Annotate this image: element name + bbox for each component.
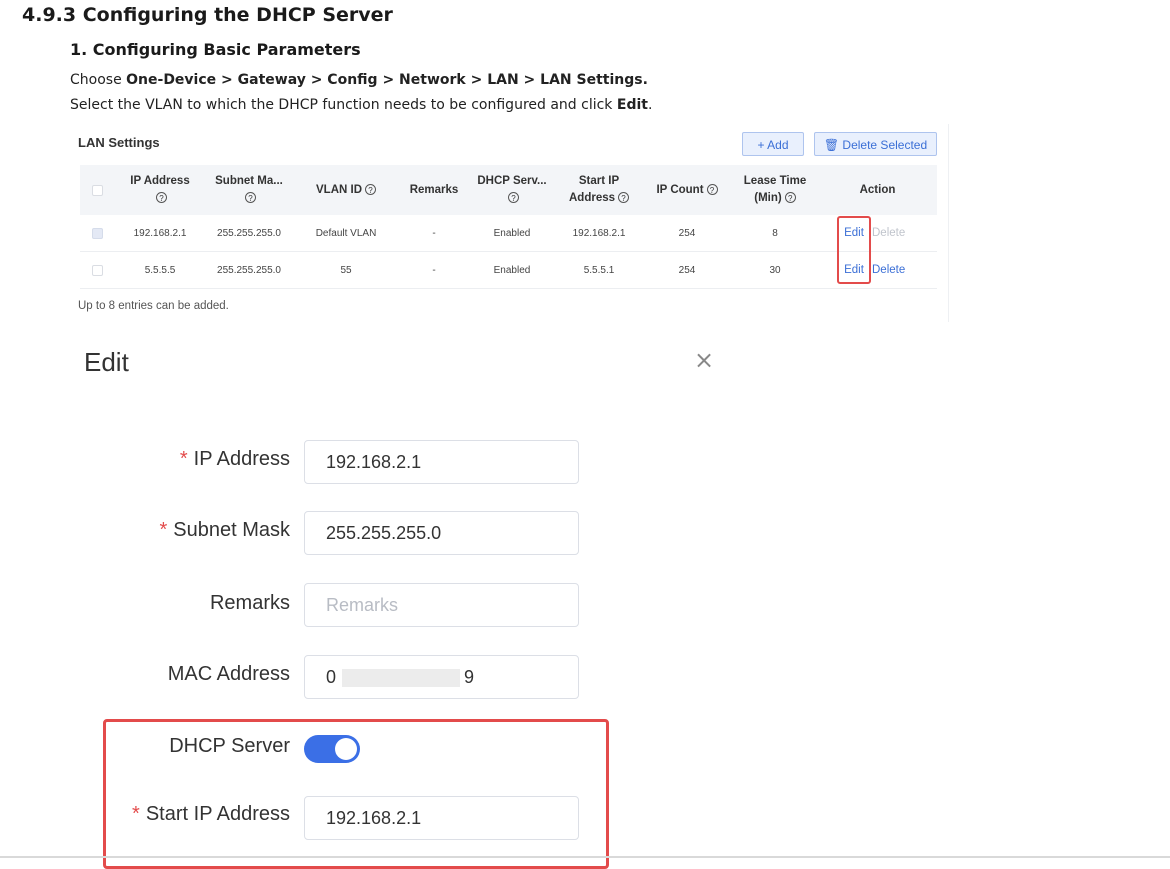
required-mark: *	[159, 519, 168, 541]
cell-dhcp: Enabled	[493, 227, 531, 239]
redaction-mask	[342, 669, 461, 688]
help-icon[interactable]: ?	[155, 192, 167, 204]
col-start-ip: Start IP Address?	[556, 165, 642, 215]
help-icon[interactable]: ?	[508, 192, 519, 204]
mac-address-input[interactable]: 09	[304, 655, 579, 699]
col-ip-count: IP Count?	[642, 165, 732, 215]
ip-address-input[interactable]: 192.168.2.1	[304, 440, 579, 484]
help-icon[interactable]: ?	[706, 183, 718, 195]
col-ip-address: IP Address?	[130, 175, 190, 204]
close-icon[interactable]: ×	[694, 346, 714, 374]
edit-highlight-box	[837, 216, 871, 284]
cell-vlan: 55	[340, 264, 352, 276]
lan-settings-title: LAN Settings	[78, 135, 160, 150]
required-mark: *	[179, 448, 188, 470]
cell-subnet: 255.255.255.0	[217, 227, 281, 239]
cell-subnet: 255.255.255.0	[217, 264, 281, 276]
step-select-vlan: Select the VLAN to which the DHCP functi…	[70, 97, 652, 113]
menu-path: One-Device > Gateway > Config > Network …	[126, 72, 648, 88]
step-select-suffix: .	[647, 97, 653, 113]
mac-address-label: MAC Address	[167, 663, 290, 685]
remarks-label: Remarks	[209, 592, 290, 614]
cell-lease: 30	[769, 264, 781, 276]
lan-table: IP Address? Subnet Ma...? VLAN ID? Remar…	[80, 165, 937, 289]
ip-address-label: * IP Address	[179, 448, 290, 470]
col-subnet-mask: Subnet Ma...?	[215, 175, 283, 204]
col-remarks: Remarks	[409, 183, 459, 196]
cell-lease: 8	[772, 227, 778, 239]
cell-ip: 5.5.5.5	[144, 264, 176, 276]
help-icon[interactable]: ?	[784, 192, 796, 204]
col-action: Action	[859, 183, 896, 196]
subnet-mask-input[interactable]: 255.255.255.0	[304, 511, 579, 555]
col-vlan-id: VLAN ID?	[292, 165, 400, 215]
help-icon[interactable]: ?	[365, 183, 376, 195]
table-row: 192.168.2.1 255.255.255.0 Default VLAN -…	[80, 215, 937, 252]
edit-dialog-title: Edit	[84, 347, 129, 377]
help-icon[interactable]: ?	[244, 192, 256, 204]
cell-ip: 192.168.2.1	[133, 227, 187, 239]
entries-limit-note: Up to 8 entries can be added.	[78, 300, 229, 312]
cell-start-ip: 192.168.2.1	[572, 227, 626, 239]
col-dhcp-server: DHCP Serv...?	[477, 175, 547, 204]
section-title: 4.9.3 Configuring the DHCP Server	[22, 4, 393, 26]
step-choose-path: Choose One-Device > Gateway > Config > N…	[70, 72, 648, 88]
row-checkbox	[91, 227, 103, 239]
cell-ip-count: 254	[678, 227, 696, 239]
cell-ip-count: 254	[678, 264, 696, 276]
cell-start-ip: 5.5.5.1	[583, 264, 615, 276]
select-all-checkbox[interactable]	[91, 184, 103, 196]
subnet-mask-label: * Subnet Mask	[159, 519, 290, 541]
help-icon[interactable]: ?	[618, 192, 630, 204]
cell-remarks: -	[432, 227, 436, 239]
delete-link: Delete	[872, 227, 906, 239]
step-choose-prefix: Choose	[70, 72, 127, 88]
dhcp-highlight-box	[103, 719, 609, 869]
remarks-input[interactable]: Remarks	[304, 583, 579, 627]
cell-vlan: Default VLAN	[315, 227, 377, 239]
row-checkbox[interactable]	[91, 264, 103, 276]
cell-dhcp: Enabled	[493, 264, 531, 276]
delete-selected-button[interactable]: 🗑 Delete Selected	[814, 132, 937, 156]
cell-remarks: -	[432, 264, 436, 276]
col-lease-time: Lease Time (Min)?	[743, 175, 807, 204]
table-row: 5.5.5.5 255.255.255.0 55 - Enabled 5.5.5…	[80, 252, 937, 289]
add-button[interactable]: + Add	[742, 132, 804, 156]
table-header: IP Address? Subnet Ma...? VLAN ID? Remar…	[80, 165, 937, 215]
delete-link[interactable]: Delete	[872, 264, 905, 276]
edit-keyword: Edit	[616, 97, 648, 113]
lan-settings-panel: LAN Settings + Add 🗑 Delete Selected IP …	[70, 124, 949, 322]
step-select-prefix: Select the VLAN to which the DHCP functi…	[70, 97, 617, 113]
subsection-title: 1. Configuring Basic Parameters	[70, 40, 361, 59]
